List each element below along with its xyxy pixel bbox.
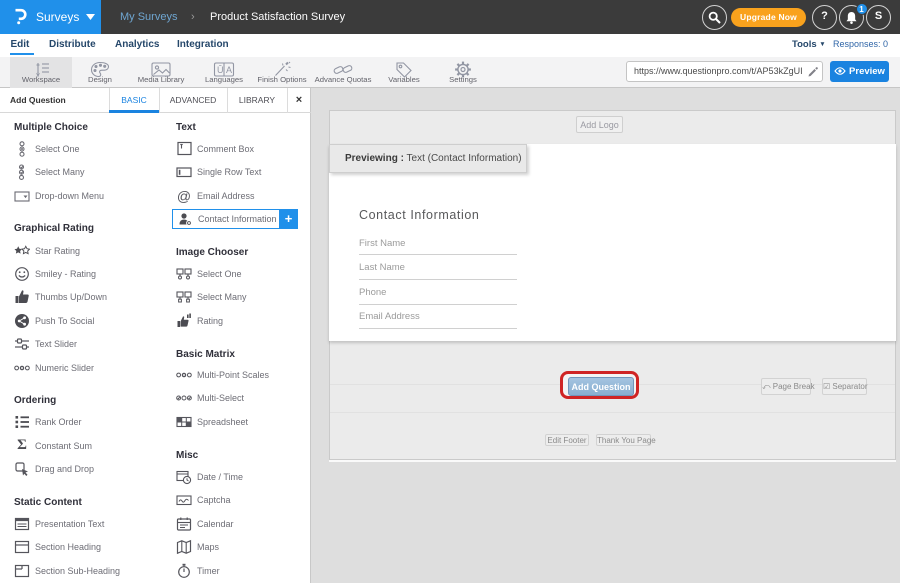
svg-text:A: A xyxy=(226,65,232,75)
svg-text:Ū: Ū xyxy=(217,65,224,75)
